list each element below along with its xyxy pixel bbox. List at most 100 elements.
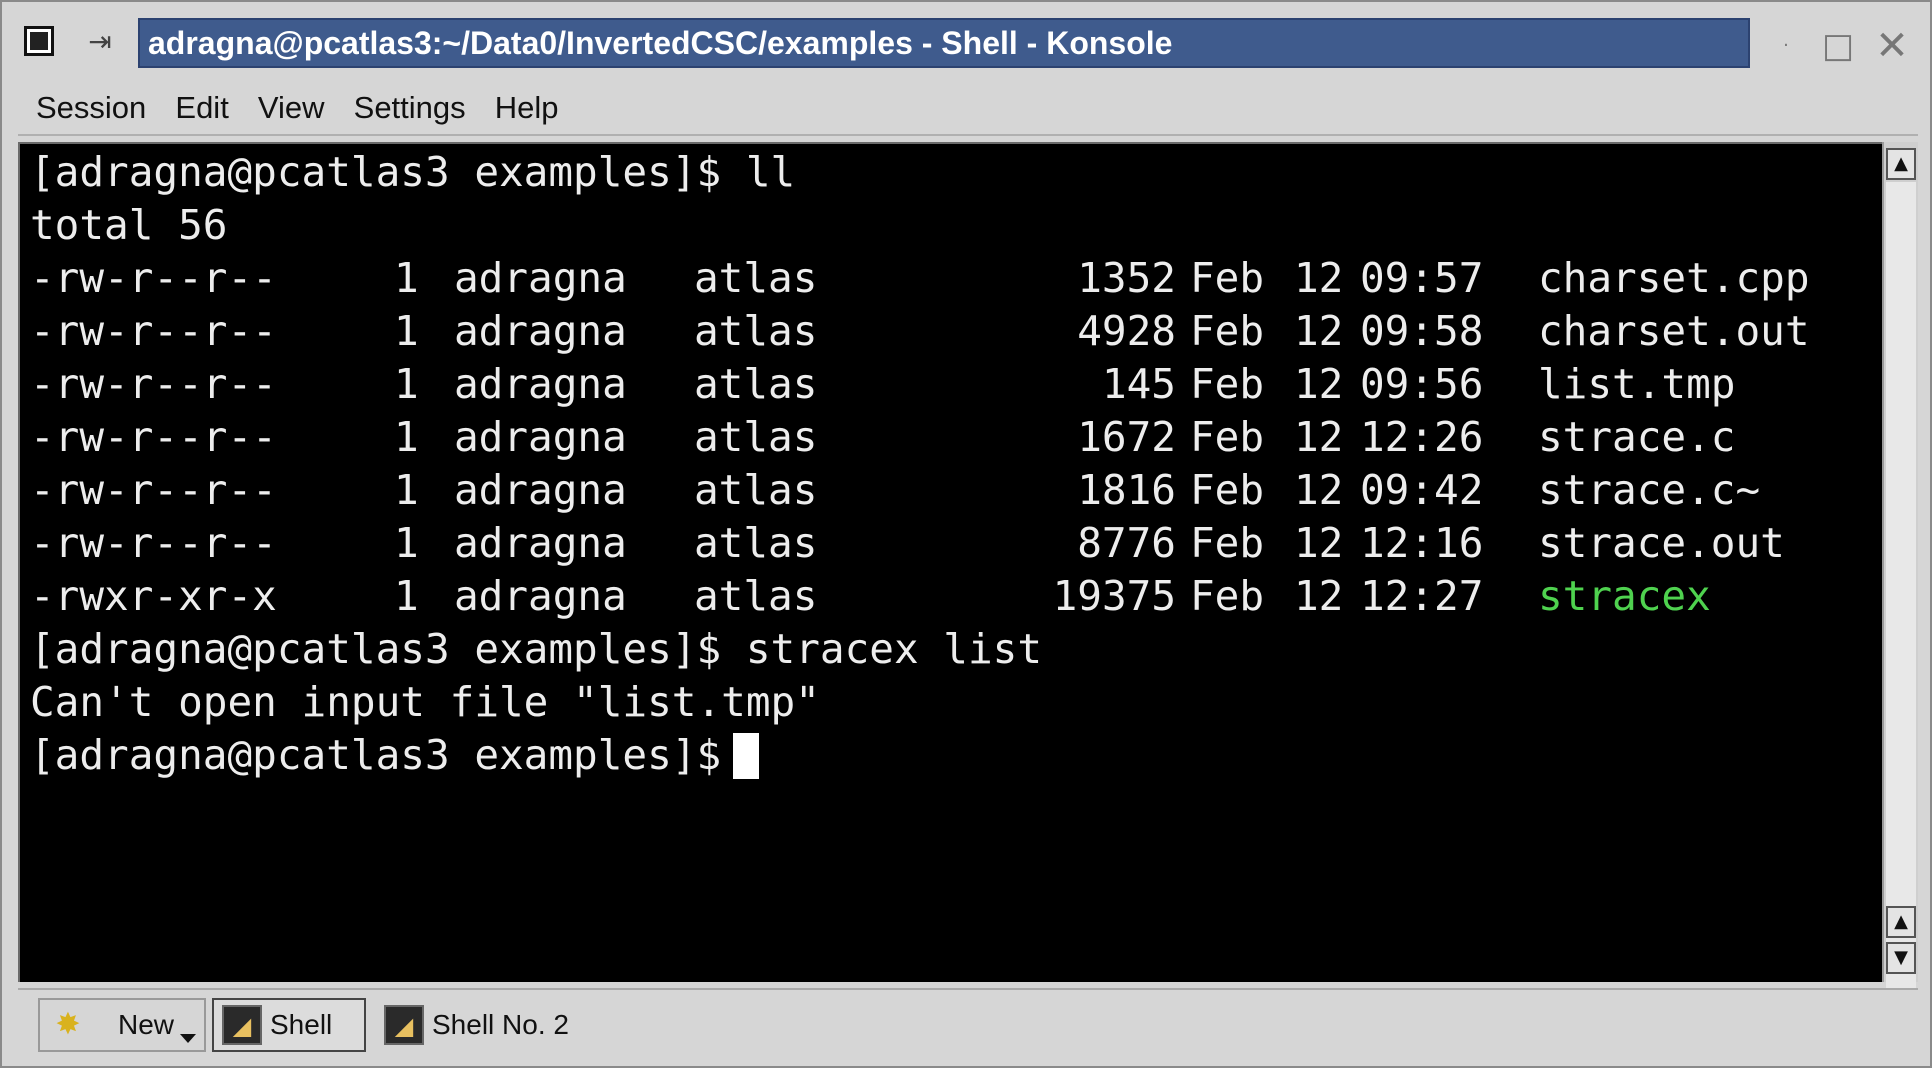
file-time: 12:26 [1360, 413, 1484, 461]
file-month: Feb [1190, 413, 1265, 461]
file-size: 4928 [1077, 307, 1176, 355]
file-owner: adragna [454, 254, 627, 302]
terminal-line-error: Can't open input file "list.tmp" [30, 678, 820, 726]
file-size: 8776 [1077, 519, 1176, 567]
file-listing-row: -rw-r--r-- 1 adragna atlas 1672 Feb 12 12:26 str… [30, 411, 1870, 464]
file-time: 09:56 [1360, 360, 1484, 408]
terminal-output[interactable]: [adragna@pcatlas3 examples]$ ll total 56… [18, 142, 1882, 982]
file-perm: -rw-r--r-- [30, 413, 277, 461]
file-owner: adragna [454, 413, 627, 461]
file-month: Feb [1190, 254, 1265, 302]
file-perm: -rw-r--r-- [30, 307, 277, 355]
terminal-scrollbar[interactable]: ▲ ▲ ▼ [1882, 142, 1918, 1012]
menu-settings[interactable]: Settings [354, 82, 466, 134]
file-month: Feb [1190, 572, 1265, 620]
file-perm: -rwxr-xr-x [30, 572, 277, 620]
menu-bar: Session Edit View Settings Help [18, 82, 1918, 136]
file-size: 1816 [1077, 466, 1176, 514]
window-title[interactable]: adragna@pcatlas3:~/Data0/InvertedCSC/exa… [138, 18, 1750, 68]
file-links: 1 [394, 413, 419, 461]
scroll-up-icon[interactable]: ▲ [1886, 906, 1916, 938]
file-group: atlas [694, 519, 818, 567]
file-month: Feb [1190, 360, 1265, 408]
session-tab-bar: ✸ New ◢ Shell ◢ Shell No. 2 [18, 988, 1918, 1060]
file-size: 145 [1101, 360, 1176, 408]
file-owner: adragna [454, 519, 627, 567]
konsole-window: ⇥ adragna@pcatlas3:~/Data0/InvertedCSC/e… [0, 0, 1932, 1068]
file-links: 1 [394, 572, 419, 620]
file-day: 12 [1294, 466, 1344, 514]
window-menu-icon[interactable] [24, 26, 54, 56]
menu-view[interactable]: View [258, 82, 325, 134]
file-size: 19375 [1052, 572, 1176, 620]
menu-edit[interactable]: Edit [175, 82, 228, 134]
file-size: 1352 [1077, 254, 1176, 302]
file-owner: adragna [454, 360, 627, 408]
file-owner: adragna [454, 572, 627, 620]
terminal-line-total: total 56 [30, 201, 228, 249]
file-owner: adragna [454, 307, 627, 355]
file-name: charset.cpp [1538, 254, 1810, 302]
file-month: Feb [1190, 466, 1265, 514]
file-listing-row: -rwxr-xr-x 1 adragna atlas 19375 Feb 12 12:27 st… [30, 570, 1870, 623]
file-perm: -rw-r--r-- [30, 519, 277, 567]
scroll-down-icon[interactable]: ▼ [1886, 942, 1916, 974]
file-name: charset.out [1538, 307, 1810, 355]
file-time: 12:16 [1360, 519, 1484, 567]
file-size: 1672 [1077, 413, 1176, 461]
file-listing-row: -rw-r--r-- 1 adragna atlas 1352 Feb 12 09:57 cha… [30, 252, 1870, 305]
file-month: Feb [1190, 519, 1265, 567]
file-links: 1 [394, 307, 419, 355]
file-day: 12 [1294, 519, 1344, 567]
file-listing-row: -rw-r--r-- 1 adragna atlas 145 Feb 12 09:56 list… [30, 358, 1870, 411]
file-name: strace.c~ [1538, 466, 1761, 514]
prompt-text: [adragna@pcatlas3 examples]$ [30, 731, 722, 779]
minimize-icon[interactable]: · [1764, 24, 1808, 68]
file-listing-row: -rw-r--r-- 1 adragna atlas 8776 Feb 12 12:16 str… [30, 517, 1870, 570]
file-time: 09:58 [1360, 307, 1484, 355]
dropdown-arrow-icon[interactable] [180, 1034, 196, 1043]
tab-shell-no-2-label: Shell No. 2 [432, 1009, 569, 1040]
file-perm: -rw-r--r-- [30, 360, 277, 408]
file-time: 12:27 [1360, 572, 1484, 620]
scrollbar-track[interactable] [1886, 182, 1916, 1012]
file-day: 12 [1294, 572, 1344, 620]
tab-shell-label: Shell [270, 1009, 333, 1040]
pin-icon[interactable]: ⇥ [74, 24, 126, 60]
file-group: atlas [694, 572, 818, 620]
terminal-line-command: [adragna@pcatlas3 examples]$ stracex lis… [30, 625, 1043, 673]
file-links: 1 [394, 466, 419, 514]
file-name: list.tmp [1538, 360, 1736, 408]
file-name: strace.out [1538, 519, 1785, 567]
title-bar[interactable]: ⇥ adragna@pcatlas3:~/Data0/InvertedCSC/e… [2, 2, 1930, 82]
terminal-line-command: [adragna@pcatlas3 examples]$ ll [30, 148, 796, 196]
menu-help[interactable]: Help [495, 82, 559, 134]
file-listing-row: -rw-r--r-- 1 adragna atlas 1816 Feb 12 09:42 str… [30, 464, 1870, 517]
file-group: atlas [694, 413, 818, 461]
tab-shell[interactable]: ◢ Shell [212, 998, 366, 1052]
text-cursor [733, 733, 760, 779]
file-perm: -rw-r--r-- [30, 254, 277, 302]
file-links: 1 [394, 254, 419, 302]
maximize-icon[interactable]: □ [1816, 24, 1860, 68]
file-listing-row: -rw-r--r-- 1 adragna atlas 4928 Feb 12 09:58 cha… [30, 305, 1870, 358]
file-day: 12 [1294, 413, 1344, 461]
file-day: 12 [1294, 254, 1344, 302]
close-icon[interactable]: ✕ [1870, 24, 1914, 68]
file-perm: -rw-r--r-- [30, 466, 277, 514]
file-owner: adragna [454, 466, 627, 514]
new-session-button[interactable]: ✸ New [38, 998, 206, 1052]
new-session-icon: ✸ [55, 1008, 81, 1041]
file-name: strace.c [1538, 413, 1736, 461]
menu-session[interactable]: Session [36, 82, 146, 134]
file-day: 12 [1294, 307, 1344, 355]
file-links: 1 [394, 360, 419, 408]
file-month: Feb [1190, 307, 1265, 355]
tab-shell-no-2[interactable]: ◢ Shell No. 2 [374, 998, 604, 1052]
file-group: atlas [694, 254, 818, 302]
file-group: atlas [694, 307, 818, 355]
file-day: 12 [1294, 360, 1344, 408]
file-links: 1 [394, 519, 419, 567]
terminal-line-prompt: [adragna@pcatlas3 examples]$ [30, 729, 760, 782]
scroll-up-top-icon[interactable]: ▲ [1886, 148, 1916, 180]
